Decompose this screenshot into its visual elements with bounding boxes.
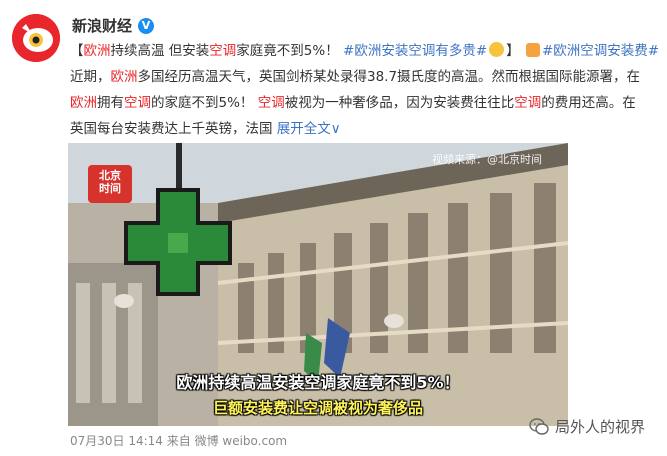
keyword-europe[interactable]: 欧洲	[70, 95, 97, 111]
video-source-label: 视频来源：@北京时间	[432, 153, 542, 166]
chevron-down-icon[interactable]: ∨	[331, 121, 341, 137]
post-text: 【欧洲持续高温 但安装空调家庭竟不到5%！ #欧洲安装空调有多贵#】 #欧洲空调…	[70, 38, 660, 142]
keyword-ac[interactable]: 空调	[514, 95, 541, 111]
watermark: 局外人的视界	[529, 416, 645, 437]
keyword-ac[interactable]: 空调	[209, 43, 236, 59]
wechat-icon	[529, 417, 549, 435]
video-player[interactable]: 北京 时间 视频来源：@北京时间 欧洲持续高温安装空调家庭竟不到5%！ 巨额安装…	[68, 143, 568, 426]
expand-full-text-link[interactable]: 展开全文	[277, 121, 331, 137]
hashtag-link-2[interactable]: #欧洲空调安装费#	[542, 43, 659, 59]
keyword-europe[interactable]: 欧洲	[111, 69, 138, 85]
keyword-ac[interactable]: 空调	[258, 95, 285, 111]
account-header: 新浪财经 V	[72, 15, 155, 36]
hashtag-icon	[525, 43, 540, 57]
account-name[interactable]: 新浪财经	[72, 15, 132, 36]
post-line-4: 英国每台安装费达上千英镑，法国 展开全文∨	[70, 121, 341, 137]
video-source-logo: 北京 时间	[88, 165, 132, 203]
video-caption-main: 欧洲持续高温安装空调家庭竟不到5%！	[176, 373, 460, 392]
post-line-3: 欧洲拥有空调的家庭不到5%！ 空调被视为一种奢侈品，因为安装费往往比空调的费用还…	[70, 95, 636, 111]
watermark-text: 局外人的视界	[554, 418, 645, 436]
keyword-ac[interactable]: 空调	[124, 95, 151, 111]
thinking-face-emoji-icon	[489, 42, 505, 57]
keyword-europe[interactable]: 欧洲	[84, 43, 111, 59]
avatar[interactable]	[12, 14, 60, 62]
video-caption-sub: 巨额安装费让空调被视为奢侈品	[212, 399, 423, 417]
post-line-2: 近期，欧洲多国经历高温天气，英国剑桥某处录得38.7摄氏度的高温。然而根据国际能…	[70, 69, 641, 85]
hashtag-link-1[interactable]: #欧洲安装空调有多贵#	[343, 43, 487, 59]
post-meta: 07月30日 14:14 来自 微博 weibo.com	[70, 434, 288, 448]
post-line-1: 【欧洲持续高温 但安装空调家庭竟不到5%！ #欧洲安装空调有多贵#】 #欧洲空调…	[70, 42, 660, 59]
sina-eye-logo-icon	[12, 14, 60, 62]
verified-badge-icon: V	[138, 17, 155, 34]
